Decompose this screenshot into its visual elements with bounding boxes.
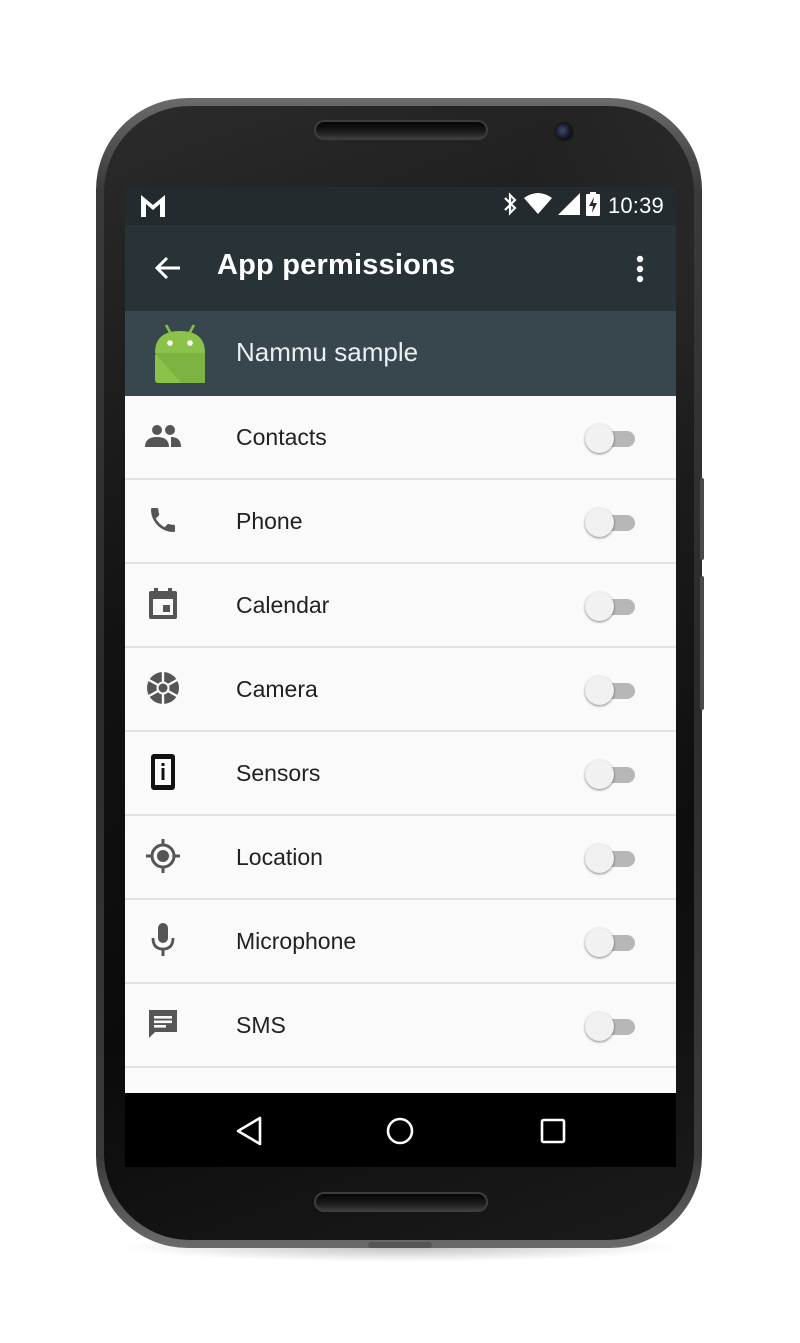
status-bar: 10:39 [125,187,676,225]
stage: 10:39 App permissions Nammu sample Conta… [0,0,800,1343]
calendar-icon [143,584,183,624]
microphone-icon [143,920,183,960]
bluetooth-icon [502,191,518,221]
power-button [700,478,704,560]
contacts-icon [143,416,183,456]
permission-label: Contacts [236,424,327,450]
app-header: Nammu sample [125,311,676,396]
arrow-back-icon[interactable] [149,249,187,287]
permission-row-contacts[interactable]: Contacts [125,396,676,480]
permission-label: SMS [236,1012,286,1038]
app-name: Nammu sample [236,337,419,367]
permission-label: Microphone [236,928,357,954]
sms-icon [143,1004,183,1044]
page-title: App permissions [217,249,456,281]
permission-row-microphone[interactable]: Microphone [125,900,676,984]
nav-back-icon[interactable] [229,1111,269,1151]
cell-signal-icon [557,192,580,220]
sensors-icon [143,752,183,792]
front-camera [556,124,572,140]
gmail-icon [141,195,165,217]
location-icon [143,836,183,876]
status-icons: 10:39 [502,191,664,221]
permission-toggle[interactable] [585,842,635,873]
permission-toggle[interactable] [585,758,635,789]
nav-home-icon[interactable] [380,1111,420,1151]
permission-row-calendar[interactable]: Calendar [125,564,676,648]
permission-toggle[interactable] [585,1010,635,1041]
android-robot-icon [151,323,209,385]
volume-rocker [700,576,704,710]
screen: 10:39 App permissions Nammu sample Conta… [125,187,676,1167]
navigation-bar [125,1093,676,1167]
app-bar: App permissions [125,225,676,311]
wifi-icon [523,192,552,220]
permission-row-location[interactable]: Location [125,816,676,900]
bottom-speaker [314,1192,488,1212]
top-speaker [314,120,488,140]
permission-label: Location [236,844,323,870]
charge-port [368,1242,432,1248]
permission-row-sms[interactable]: SMS [125,984,676,1068]
more-vert-icon[interactable] [622,249,658,289]
permission-toggle[interactable] [585,674,635,705]
permission-label: Calendar [236,592,330,618]
permission-row-phone[interactable]: Phone [125,480,676,564]
permission-toggle[interactable] [585,506,635,537]
nav-recents-icon[interactable] [533,1111,573,1151]
battery-charging-icon [585,191,600,221]
permission-label: Sensors [236,760,321,786]
phone-icon [143,500,183,540]
permissions-list: Contacts Phone Calendar Camera Sensors L… [125,396,676,1093]
permission-toggle[interactable] [585,590,635,621]
permission-row-camera[interactable]: Camera [125,648,676,732]
permission-label: Camera [236,676,318,702]
permission-toggle[interactable] [585,926,635,957]
camera-icon [143,668,183,708]
permission-row-sensors[interactable]: Sensors [125,732,676,816]
clock: 10:39 [607,193,664,218]
permission-toggle[interactable] [585,422,635,453]
permission-label: Phone [236,508,303,534]
